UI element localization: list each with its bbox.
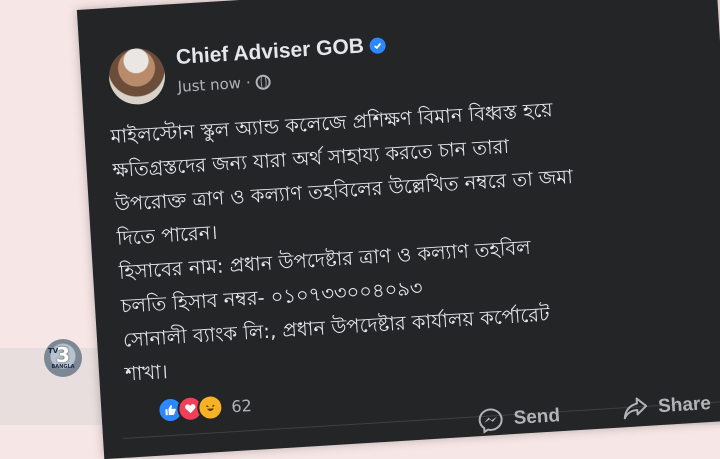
author-name[interactable]: Chief Adviser GOB	[175, 35, 364, 70]
reaction-count: 62	[230, 395, 253, 416]
messenger-icon	[478, 408, 503, 434]
reactions-summary[interactable]: 62	[156, 392, 253, 424]
haha-reaction-icon	[196, 393, 225, 422]
post-photo: Chief Adviser GOB Just now · মাইলস্টোন স…	[76, 0, 720, 459]
avatar-hair	[107, 46, 167, 107]
avatar[interactable]	[107, 46, 167, 107]
logo-subtitle: BANGLA	[51, 364, 75, 370]
post-timestamp[interactable]: Just now	[177, 74, 241, 96]
author-block: Chief Adviser GOB Just now ·	[175, 33, 388, 96]
post-meta: Just now ·	[177, 65, 388, 96]
author-row: Chief Adviser GOB	[175, 33, 387, 70]
logo-tv-text: TV	[48, 347, 59, 355]
share-arrow-icon	[623, 397, 648, 420]
verified-badge-icon	[369, 37, 387, 55]
send-label: Send	[512, 405, 561, 430]
post-header: Chief Adviser GOB Just now ·	[107, 33, 388, 107]
post-body: মাইলস্টোন স্কুল অ্যান্ড কলেজে প্রশিক্ষণ …	[110, 84, 720, 392]
send-button[interactable]: Send	[477, 403, 561, 434]
channel-logo: TV 3 BANGLA	[44, 339, 82, 377]
globe-icon[interactable]	[255, 73, 272, 90]
share-label: Share	[657, 393, 712, 418]
facebook-post-card: Chief Adviser GOB Just now · মাইলস্টোন স…	[76, 0, 720, 459]
share-button[interactable]: Share	[622, 392, 712, 421]
meta-separator: ·	[245, 73, 252, 92]
